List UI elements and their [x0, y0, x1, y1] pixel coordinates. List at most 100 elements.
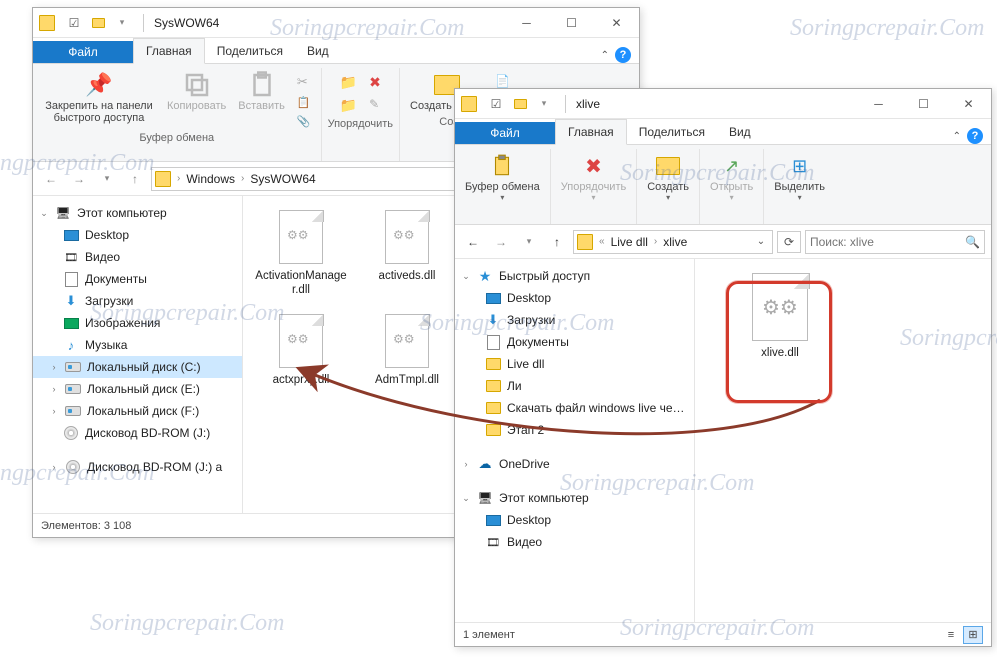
nav-back-button[interactable]: ←	[39, 167, 63, 191]
navitem-live-dll[interactable]: Live dll	[455, 353, 694, 375]
tab-view[interactable]: Вид	[295, 39, 341, 63]
navitem-disk-f[interactable]: ›Локальный диск (F:)	[33, 400, 242, 422]
navigation-pane[interactable]: ⌄Этот компьютер Desktop Видео Документы …	[33, 196, 243, 513]
nav-back-button[interactable]: ←	[461, 230, 485, 254]
qat-properties-icon[interactable]: ☑	[63, 12, 85, 34]
select-button[interactable]: ⊞ Выделить ▾	[770, 149, 829, 204]
tab-view[interactable]: Вид	[717, 120, 763, 144]
navitem-desktop[interactable]: Desktop	[455, 287, 694, 309]
navitem-downloads[interactable]: Загрузки	[33, 290, 242, 312]
navitem-etap2[interactable]: Этап 2	[455, 419, 694, 441]
maximize-button[interactable]: ☐	[549, 8, 594, 38]
nav-up-button[interactable]: ↑	[123, 167, 147, 191]
refresh-button[interactable]: ⟳	[777, 231, 801, 253]
navigation-pane[interactable]: ⌄Быстрый доступ Desktop Загрузки Докумен…	[455, 259, 695, 622]
titlebar[interactable]: ☑ ▾ xlive ─ ☐ ✕	[455, 89, 991, 119]
navitem-li[interactable]: Ли	[455, 375, 694, 397]
navitem-onedrive[interactable]: ›OneDrive	[455, 453, 694, 475]
nav-forward-button[interactable]: →	[67, 167, 91, 191]
navitem-documents[interactable]: Документы	[33, 268, 242, 290]
maximize-button[interactable]: ☐	[901, 89, 946, 119]
navitem-download-folder[interactable]: Скачать файл windows live через торрент	[455, 397, 694, 419]
search-icon[interactable]: 🔍	[965, 235, 980, 249]
moveto-icon[interactable]: 📁	[336, 72, 361, 93]
navitem-video[interactable]: Видео	[33, 246, 242, 268]
tab-file[interactable]: Файл	[33, 41, 133, 63]
file-name: AdmTmpl.dll	[375, 374, 439, 388]
chevron-right-icon[interactable]: ›	[175, 173, 182, 184]
navitem-this-pc[interactable]: ⌄Этот компьютер	[33, 202, 242, 224]
tab-share[interactable]: Поделиться	[205, 39, 295, 63]
qat-dropdown-icon[interactable]: ▾	[533, 93, 555, 115]
view-details-button[interactable]: ≡	[941, 626, 961, 644]
close-button[interactable]: ✕	[946, 89, 991, 119]
qat-properties-icon[interactable]: ☑	[485, 93, 507, 115]
copyto-icon[interactable]: 📁	[336, 95, 361, 116]
file-item[interactable]: ⚙⚙activeds.dll	[357, 204, 457, 302]
ribbon-tabs: Файл Главная Поделиться Вид ⌃ ?	[33, 38, 639, 64]
breadcrumb-part[interactable]: xlive	[659, 235, 691, 249]
qat-dropdown-icon[interactable]: ▾	[111, 12, 133, 34]
navitem-pictures[interactable]: Изображения	[33, 312, 242, 334]
organize-button[interactable]: ✖ Упорядочить ▾	[557, 149, 630, 204]
tab-home[interactable]: Главная	[133, 38, 205, 64]
nav-history-dropdown[interactable]: ▾	[95, 167, 119, 191]
chevron-right-icon[interactable]: ›	[239, 173, 246, 184]
minimize-button[interactable]: ─	[504, 8, 549, 38]
navitem-desktop[interactable]: Desktop	[33, 224, 242, 246]
desktop-icon	[64, 230, 79, 241]
qat-newfolder-icon[interactable]	[509, 93, 531, 115]
tab-file[interactable]: Файл	[455, 122, 555, 144]
tab-home[interactable]: Главная	[555, 119, 627, 145]
pin-button[interactable]: 📌 Закрепить на панели быстрого доступа	[39, 68, 159, 130]
paste-button[interactable]: Вставить	[234, 68, 289, 130]
chevron-right-icon[interactable]: «	[597, 236, 607, 247]
file-item[interactable]: ⚙⚙ActivationManager.dll	[251, 204, 351, 302]
open-button[interactable]: ↗ Открыть ▾	[706, 149, 757, 204]
nav-history-dropdown[interactable]: ▾	[517, 230, 541, 254]
navitem-video[interactable]: Видео	[455, 531, 694, 553]
delete-icon[interactable]: ✖	[365, 72, 385, 93]
breadcrumb-part[interactable]: Live dll	[607, 235, 652, 249]
nav-up-button[interactable]: ↑	[545, 230, 569, 254]
navitem-downloads[interactable]: Загрузки	[455, 309, 694, 331]
breadcrumb-dropdown-icon[interactable]: ⌄	[753, 236, 769, 247]
cut-icon[interactable]: ✂	[293, 72, 315, 92]
pasteshortcut-icon[interactable]: 📎	[293, 113, 315, 130]
navitem-this-pc[interactable]: ⌄Этот компьютер	[455, 487, 694, 509]
navitem-bdrom-media[interactable]: ›Дисковод BD-ROM (J:) a	[33, 456, 242, 478]
qat-newfolder-icon[interactable]	[87, 12, 109, 34]
ribbon-collapse-icon[interactable]: ⌃	[601, 50, 609, 61]
navitem-bdrom[interactable]: Дисковод BD-ROM (J:)	[33, 422, 242, 444]
help-icon[interactable]: ?	[967, 128, 983, 144]
search-input[interactable]	[810, 235, 965, 249]
navitem-quick-access[interactable]: ⌄Быстрый доступ	[455, 265, 694, 287]
help-icon[interactable]: ?	[615, 47, 631, 63]
breadcrumb-part[interactable]: SysWOW64	[246, 172, 319, 186]
search-box[interactable]: 🔍	[805, 230, 985, 254]
nav-forward-button[interactable]: →	[489, 230, 513, 254]
navitem-disk-e[interactable]: ›Локальный диск (E:)	[33, 378, 242, 400]
rename-icon[interactable]: ✎	[365, 95, 385, 113]
tab-share[interactable]: Поделиться	[627, 120, 717, 144]
navitem-desktop[interactable]: Desktop	[455, 509, 694, 531]
chevron-right-icon[interactable]: ›	[652, 236, 659, 247]
create-button[interactable]: Создать ▾	[643, 149, 693, 204]
file-item[interactable]: ⚙⚙AdmTmpl.dll	[357, 308, 457, 392]
minimize-button[interactable]: ─	[856, 89, 901, 119]
file-item[interactable]: ⚙⚙actxprxy.dll	[251, 308, 351, 392]
navitem-disk-c[interactable]: ›Локальный диск (C:)	[33, 356, 242, 378]
organize-label: Упорядочить	[561, 181, 626, 193]
clipboard-button[interactable]: Буфер обмена ▾	[461, 149, 544, 204]
breadcrumb[interactable]: « Live dll › xlive ⌄	[573, 230, 773, 254]
navitem-documents[interactable]: Документы	[455, 331, 694, 353]
folder-icon	[577, 234, 593, 250]
breadcrumb-part[interactable]: Windows	[182, 172, 239, 186]
copypath-icon[interactable]: 📋	[293, 94, 315, 111]
copy-button[interactable]: Копировать	[163, 68, 230, 130]
titlebar[interactable]: ☑ ▾ SysWOW64 ─ ☐ ✕	[33, 8, 639, 38]
navitem-music[interactable]: Музыка	[33, 334, 242, 356]
view-icons-button[interactable]: ⊞	[963, 626, 983, 644]
close-button[interactable]: ✕	[594, 8, 639, 38]
ribbon-collapse-icon[interactable]: ⌃	[953, 131, 961, 142]
